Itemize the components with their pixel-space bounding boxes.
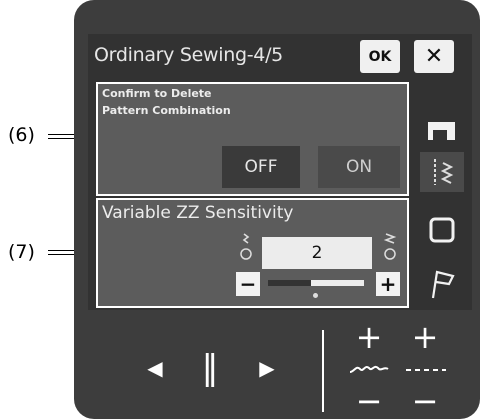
stitch-width-icon — [348, 360, 390, 380]
stitch-small-icon — [238, 232, 254, 262]
callout-label-7: (7) — [8, 241, 35, 263]
ok-button[interactable]: OK — [360, 40, 400, 73]
width-minus-button[interactable]: − — [352, 382, 386, 420]
controls-divider — [322, 330, 324, 412]
close-button[interactable]: ✕ — [414, 40, 454, 73]
delete-confirm-line2: Pattern Combination — [102, 104, 231, 117]
delete-confirm-line1: Confirm to Delete — [102, 87, 212, 100]
page-title: Ordinary Sewing-4/5 — [94, 44, 283, 66]
minus-button[interactable]: − — [236, 272, 260, 296]
flag-icon[interactable] — [420, 262, 464, 306]
zz-sensitivity-title: Variable ZZ Sensitivity — [102, 203, 294, 223]
move-right-button[interactable]: ▶ — [252, 350, 282, 386]
move-left-button[interactable]: ◀ — [140, 350, 170, 386]
zigzag-stitch-icon[interactable] — [420, 152, 464, 192]
sensitivity-slider-fill — [268, 280, 312, 286]
width-plus-button[interactable]: + — [352, 318, 386, 356]
length-minus-button[interactable]: − — [408, 382, 442, 420]
square-frame-icon[interactable] — [420, 208, 464, 252]
on-button[interactable]: ON — [318, 146, 400, 188]
sensitivity-slider-track[interactable] — [268, 280, 364, 286]
stitch-length-icon — [404, 360, 448, 380]
length-plus-button[interactable]: + — [408, 318, 442, 356]
callout-label-6: (6) — [8, 124, 35, 146]
off-button[interactable]: OFF — [222, 146, 300, 188]
stitch-large-icon — [382, 232, 398, 262]
sensitivity-value: 2 — [262, 237, 372, 269]
sewing-machine-icon[interactable] — [420, 112, 464, 150]
plus-button[interactable]: + — [376, 272, 400, 296]
slider-center-dot — [313, 293, 318, 298]
pause-button[interactable]: ‖ — [195, 348, 225, 388]
